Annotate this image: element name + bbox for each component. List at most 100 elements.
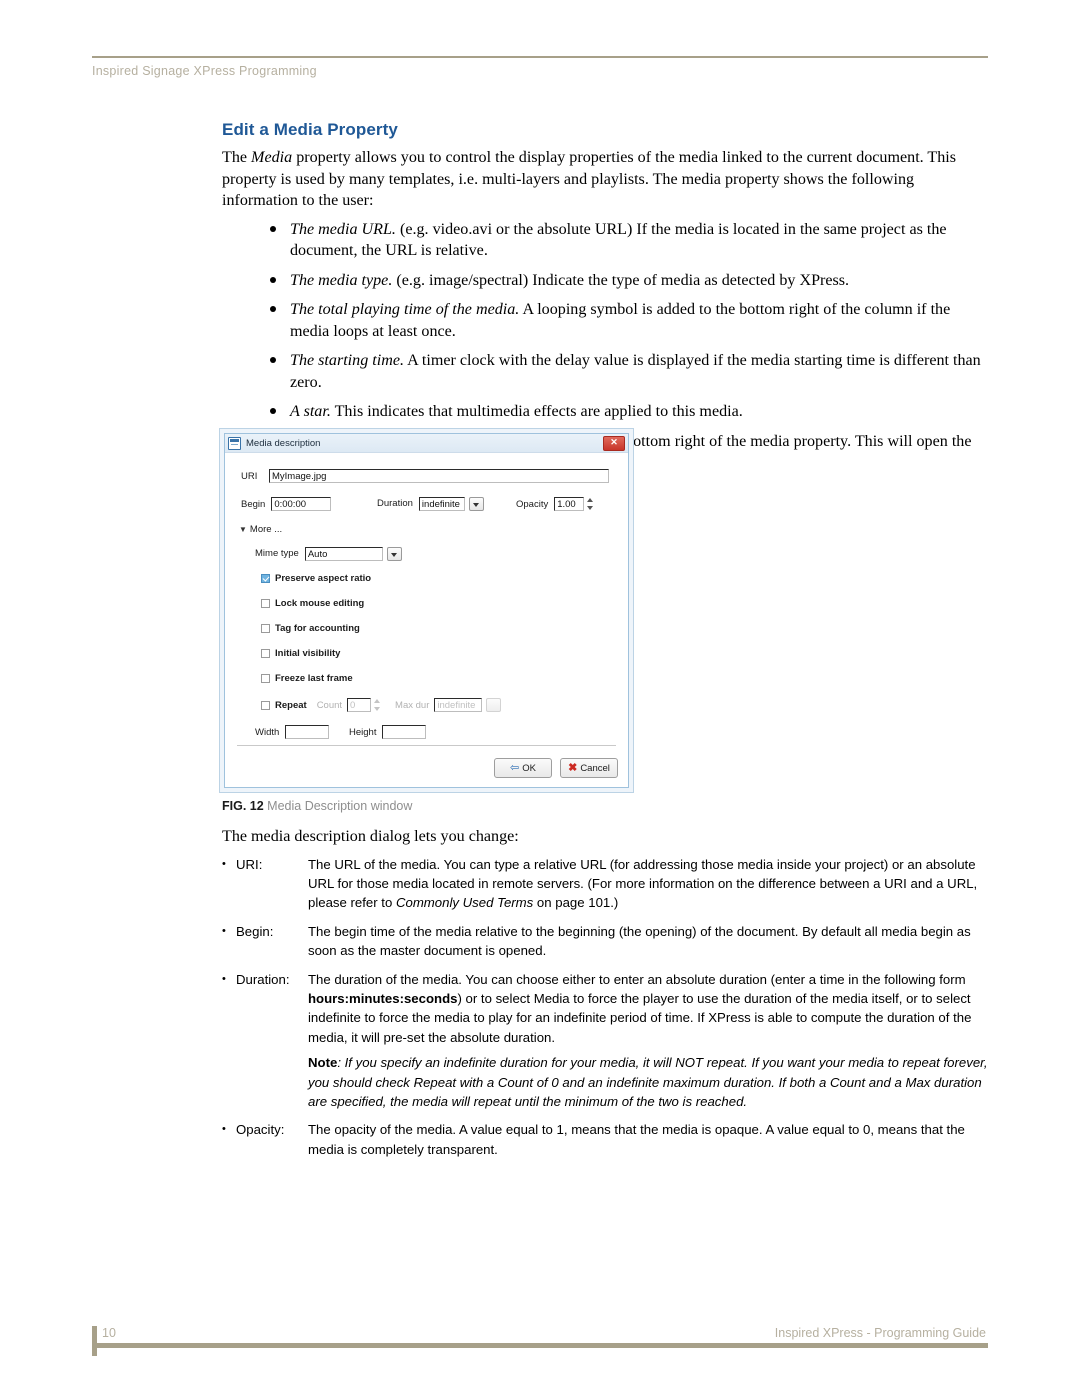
- list-item: The total playing time of the media. A l…: [222, 299, 990, 342]
- lead-in-paragraph: The media description dialog lets you ch…: [222, 828, 519, 845]
- page-title: Edit a Media Property: [222, 120, 398, 139]
- definition-emphasis: Commonly Used Terms: [395, 895, 534, 911]
- intro-paragraph: The Media property allows you to control…: [222, 147, 990, 212]
- guide-title: Inspired XPress - Programming Guide: [774, 1326, 986, 1340]
- checkbox-icon[interactable]: [261, 700, 270, 710]
- checkbox-icon: [261, 599, 270, 608]
- checkbox-label: Freeze last frame: [275, 673, 353, 684]
- width-field-group: Width: [255, 725, 330, 739]
- checkbox-lock-mouse-editing[interactable]: Lock mouse editing: [261, 598, 364, 609]
- uri-label: URI: [241, 470, 258, 482]
- bullet-emphasis: The media type.: [290, 271, 393, 289]
- opacity-stepper[interactable]: [586, 497, 596, 511]
- checkbox-tag-for-accounting[interactable]: Tag for accounting: [261, 623, 360, 634]
- button-separator: [237, 745, 616, 746]
- ok-button-label: OK: [522, 762, 536, 774]
- count-label: Count: [316, 699, 343, 711]
- footer-tick-mark: [92, 1326, 97, 1356]
- checkbox-preserve-aspect-ratio[interactable]: Preserve aspect ratio: [261, 573, 371, 584]
- duration-dropdown-chevron-down-icon[interactable]: [468, 497, 484, 511]
- bullet-emphasis: The media URL.: [290, 220, 396, 238]
- mime-type-label: Mime type: [255, 548, 299, 559]
- bullet-dot-icon: [270, 225, 276, 232]
- checkbox-label: Tag for accounting: [275, 623, 360, 634]
- definition-text-2: on page 101.): [533, 895, 619, 911]
- opacity-field-group: Opacity 1.00: [516, 497, 596, 511]
- dialog-button-row: ⇦ OK ✖ Cancel: [494, 758, 618, 778]
- checkbox-icon: [261, 649, 270, 658]
- width-input[interactable]: [285, 725, 330, 739]
- bullet-dot-icon: [270, 357, 276, 363]
- close-icon[interactable]: ✕: [603, 435, 625, 451]
- definition-term: Opacity:: [236, 1122, 285, 1138]
- begin-field-group: Begin 0:00:00: [241, 497, 332, 511]
- checkbox-freeze-last-frame[interactable]: Freeze last frame: [261, 673, 353, 684]
- cancel-x-icon: ✖: [568, 761, 578, 774]
- more-disclosure[interactable]: ▼ More ...: [239, 524, 282, 535]
- begin-label: Begin: [241, 498, 266, 510]
- header-rule: [92, 56, 988, 58]
- page-footer: 10 Inspired XPress - Programming Guide: [92, 1326, 988, 1356]
- opacity-input[interactable]: 1.00: [554, 497, 585, 511]
- definition-list: • URI: The URL of the media. You can typ…: [222, 855, 990, 1160]
- repeat-label: Repeat: [275, 699, 307, 711]
- dialog-window: Media description ✕ URI MyImage.jpg Begi…: [224, 433, 629, 788]
- duration-note: Note: If you specify an indefinite durat…: [308, 1053, 990, 1111]
- window-icon: [228, 436, 241, 450]
- uri-row: URI MyImage.jpg: [241, 469, 616, 483]
- dialog-title: Media description: [246, 437, 321, 449]
- media-description-dialog: Media description ✕ URI MyImage.jpg Begi…: [219, 428, 634, 793]
- uri-input[interactable]: MyImage.jpg: [269, 469, 609, 483]
- definition-bold-term: hours:minutes:seconds: [308, 990, 458, 1006]
- definition-item-duration: • Duration: The duration of the media. Y…: [222, 970, 990, 1112]
- definition-description: The begin time of the media relative to …: [308, 923, 971, 959]
- duration-field-group: Duration indefinite: [377, 497, 484, 511]
- checkbox-label: Preserve aspect ratio: [275, 573, 372, 584]
- max-duration-label: Max dur: [395, 699, 430, 711]
- count-stepper[interactable]: [373, 698, 383, 712]
- definition-term: URI:: [236, 856, 263, 872]
- checkbox-icon: [261, 674, 270, 683]
- bullet-text: (e.g. image/spectral) Indicate the type …: [392, 271, 850, 289]
- definition-term: Begin:: [236, 923, 274, 939]
- height-field-group: Height: [349, 725, 427, 739]
- bullet-emphasis: The total playing time of the media.: [290, 301, 520, 318]
- bullet-dot-icon: [270, 276, 276, 283]
- intro-text-1: The: [222, 149, 252, 166]
- height-label: Height: [349, 726, 377, 738]
- max-duration-dropdown-chevron-down-icon[interactable]: [486, 698, 502, 712]
- list-item: The starting time. A timer clock with th…: [222, 350, 990, 393]
- definition-term: Duration:: [236, 971, 290, 987]
- height-input[interactable]: [382, 725, 427, 739]
- intro-emphasis: Media: [251, 149, 293, 166]
- figure-caption-text: Media Description window: [267, 799, 413, 813]
- cancel-button[interactable]: ✖ Cancel: [560, 758, 618, 778]
- figure-caption: FIG. 12 Media Description window: [222, 799, 412, 813]
- bullet-emphasis: A star.: [290, 403, 331, 420]
- cancel-button-label: Cancel: [580, 762, 610, 774]
- more-label: More ...: [249, 524, 283, 535]
- bullet-dot-icon: •: [222, 972, 226, 985]
- checkbox-icon-checked: [261, 574, 270, 583]
- max-duration-input[interactable]: indefinite: [434, 698, 483, 712]
- definition-item-begin: • Begin: The begin time of the media rel…: [222, 922, 990, 961]
- intro-text-2: property allows you to control the displ…: [222, 149, 957, 209]
- begin-input[interactable]: 0:00:00: [271, 497, 332, 511]
- mime-type-field-group: Mime type Auto: [255, 547, 402, 561]
- checkbox-icon: [261, 624, 270, 633]
- duration-input[interactable]: indefinite: [418, 497, 465, 511]
- mime-type-dropdown-chevron-down-icon[interactable]: [386, 547, 402, 561]
- checkbox-initial-visibility[interactable]: Initial visibility: [261, 648, 340, 659]
- mime-type-input[interactable]: Auto: [304, 547, 383, 561]
- dialog-titlebar: Media description ✕: [225, 434, 628, 453]
- running-title: Inspired Signage XPress Programming: [92, 64, 317, 78]
- opacity-label: Opacity: [516, 498, 549, 510]
- bullet-dot-icon: •: [222, 1123, 226, 1136]
- ok-button[interactable]: ⇦ OK: [494, 758, 552, 778]
- count-input[interactable]: 0: [347, 698, 372, 712]
- ok-arrow-icon: ⇦: [510, 761, 520, 774]
- bullet-emphasis: The starting time.: [290, 352, 405, 369]
- bullet-dot-icon: •: [222, 857, 226, 870]
- definition-description: The duration of the media. You can choos…: [308, 970, 990, 1112]
- definition-description: The opacity of the media. A value equal …: [308, 1122, 965, 1157]
